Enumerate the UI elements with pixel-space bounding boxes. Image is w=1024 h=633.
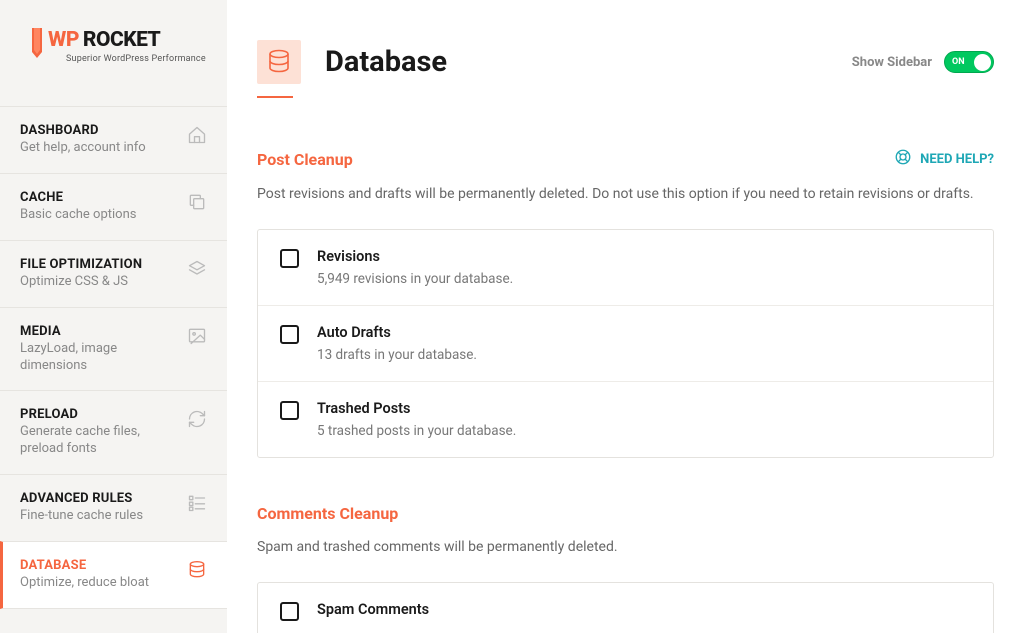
nav: DASHBOARD Get help, account info CACHE B… (0, 106, 227, 609)
show-sidebar-toggle[interactable]: ON (944, 51, 994, 73)
brand-tagline: Superior WordPress Performance (66, 54, 206, 64)
nav-item-preload[interactable]: PRELOAD Generate cache files, preload fo… (0, 390, 227, 474)
section-desc: Spam and trashed comments will be perman… (257, 537, 994, 558)
option-checkbox[interactable] (280, 401, 299, 420)
option-checkbox[interactable] (280, 325, 299, 344)
nav-item-desc: LazyLoad, image dimensions (20, 341, 179, 375)
section-post-cleanup: Post Cleanup NEED HELP? Post revisions a… (257, 148, 994, 458)
brand-name-part1: WP (48, 28, 79, 52)
main-content: Database Show Sidebar ON Post Cleanup NE… (227, 0, 1024, 633)
database-icon (257, 40, 301, 84)
option-row: Trashed Posts 5 trashed posts in your da… (258, 382, 993, 457)
nav-item-desc: Basic cache options (20, 207, 179, 224)
toggle-knob (974, 54, 991, 71)
option-row: Spam Comments (258, 583, 993, 633)
option-row: Revisions 5,949 revisions in your databa… (258, 230, 993, 306)
nav-item-title: ADVANCED RULES (20, 491, 179, 506)
option-desc: 5 trashed posts in your database. (317, 423, 971, 439)
list-icon (187, 493, 207, 517)
nav-item-database[interactable]: DATABASE Optimize, reduce bloat (0, 541, 227, 609)
options-box: Revisions 5,949 revisions in your databa… (257, 229, 994, 458)
rocket-ribbon-icon (30, 28, 44, 66)
nav-item-dashboard[interactable]: DASHBOARD Get help, account info (0, 106, 227, 173)
nav-item-title: DASHBOARD (20, 123, 179, 138)
option-desc: 13 drafts in your database. (317, 347, 971, 363)
show-sidebar-label: Show Sidebar (852, 55, 932, 70)
section-desc: Post revisions and drafts will be perman… (257, 184, 994, 205)
nav-item-title: MEDIA (20, 324, 179, 339)
brand-name-part2: ROCKET (83, 28, 160, 52)
section-comments-cleanup: Comments Cleanup Spam and trashed comment… (257, 504, 994, 633)
lifebuoy-icon (894, 148, 912, 170)
toggle-on-label: ON (952, 57, 965, 67)
nav-item-desc: Get help, account info (20, 140, 179, 157)
home-icon (187, 125, 207, 149)
option-checkbox[interactable] (280, 602, 299, 621)
nav-item-desc: Optimize, reduce bloat (20, 575, 179, 592)
header-underline (257, 96, 293, 98)
section-title: Comments Cleanup (257, 504, 398, 523)
nav-item-cache[interactable]: CACHE Basic cache options (0, 173, 227, 240)
options-box: Spam Comments (257, 582, 994, 633)
nav-item-title: DATABASE (20, 558, 179, 573)
nav-item-desc: Optimize CSS & JS (20, 274, 179, 291)
nav-item-title: PRELOAD (20, 407, 179, 422)
option-row: Auto Drafts 13 drafts in your database. (258, 306, 993, 382)
nav-item-advanced-rules[interactable]: ADVANCED RULES Fine-tune cache rules (0, 474, 227, 541)
nav-item-desc: Generate cache files, preload fonts (20, 424, 179, 458)
option-title: Spam Comments (317, 601, 971, 618)
brand-logo: WP ROCKET Superior WordPress Performance (0, 0, 227, 106)
need-help-label: NEED HELP? (920, 152, 994, 167)
nav-item-desc: Fine-tune cache rules (20, 508, 179, 525)
option-title: Trashed Posts (317, 400, 971, 417)
nav-item-file-optimization[interactable]: FILE OPTIMIZATION Optimize CSS & JS (0, 240, 227, 307)
database-icon (187, 560, 207, 584)
option-checkbox[interactable] (280, 249, 299, 268)
section-title: Post Cleanup (257, 150, 353, 169)
sidebar: WP ROCKET Superior WordPress Performance… (0, 0, 227, 633)
nav-item-title: CACHE (20, 190, 179, 205)
page-title: Database (325, 45, 447, 79)
nav-item-title: FILE OPTIMIZATION (20, 257, 179, 272)
nav-item-media[interactable]: MEDIA LazyLoad, image dimensions (0, 307, 227, 391)
layers-icon (187, 259, 207, 283)
refresh-icon (187, 409, 207, 433)
image-icon (187, 326, 207, 350)
option-title: Auto Drafts (317, 324, 971, 341)
copy-icon (187, 192, 207, 216)
option-desc: 5,949 revisions in your database. (317, 271, 971, 287)
page-header: Database Show Sidebar ON (257, 40, 994, 84)
option-title: Revisions (317, 248, 971, 265)
need-help-button[interactable]: NEED HELP? (894, 148, 994, 170)
